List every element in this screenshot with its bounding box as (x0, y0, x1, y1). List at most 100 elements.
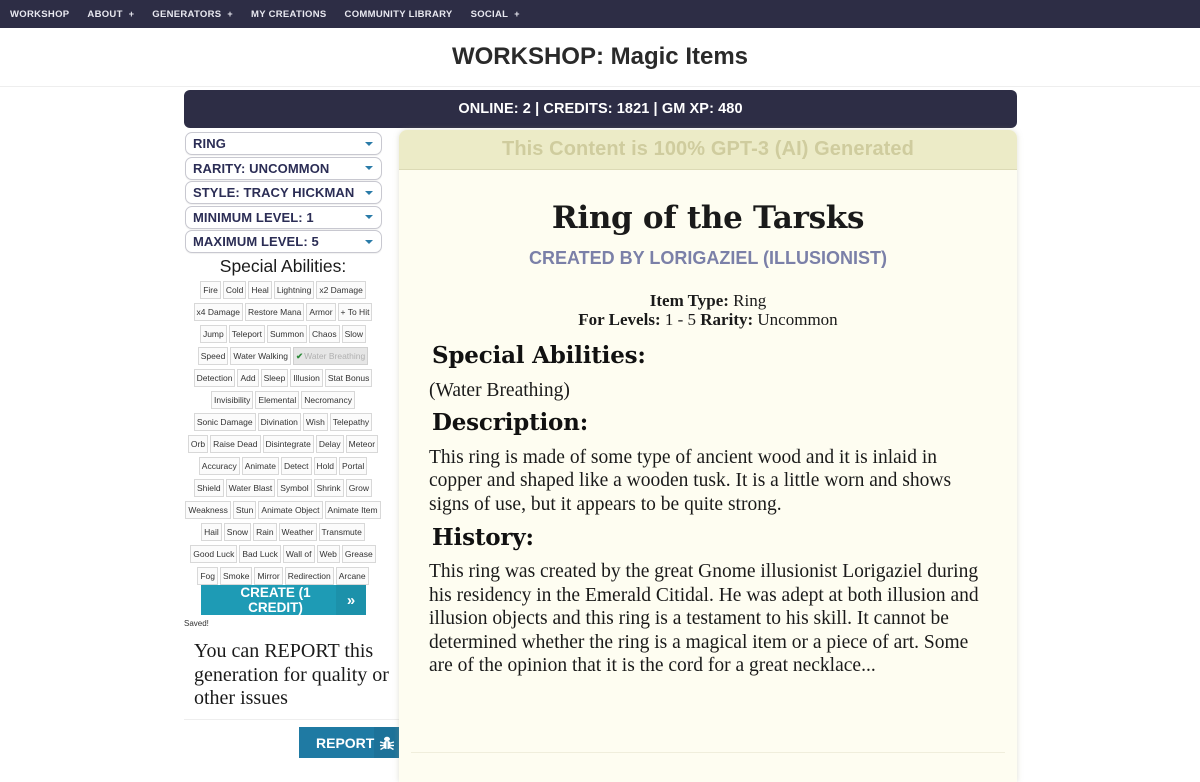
ability-chip-hold[interactable]: Hold (313, 457, 337, 475)
ability-chip-wish[interactable]: Wish (302, 413, 328, 431)
ability-chip-label: Animate Object (261, 505, 320, 515)
ability-chip-elemental[interactable]: Elemental (255, 391, 300, 409)
ability-chip-detect[interactable]: Detect (280, 457, 312, 475)
ability-chip-necromancy[interactable]: Necromancy (301, 391, 355, 409)
ability-chip-cold[interactable]: Cold (222, 281, 247, 299)
ability-chip-arcane[interactable]: Arcane (335, 567, 369, 585)
ability-chip-water-breathing[interactable]: ✔Water Breathing (293, 347, 369, 365)
ability-chip-armor[interactable]: Armor (306, 303, 336, 321)
ability-chip-stat-bonus[interactable]: Stat Bonus (324, 369, 373, 387)
ability-chip-sleep[interactable]: Sleep (260, 369, 289, 387)
ability-chip-summon[interactable]: Summon (267, 325, 308, 343)
ability-chip-disintegrate[interactable]: Disintegrate (262, 435, 314, 453)
ability-chip-add[interactable]: Add (237, 369, 259, 387)
rarity-text: Uncommon (757, 310, 838, 329)
ability-chip-lightning[interactable]: Lightning (273, 281, 315, 299)
ability-chip-water-walking[interactable]: Water Walking (230, 347, 291, 365)
ability-chip-grow[interactable]: Grow (345, 479, 372, 497)
ability-chip-illusion[interactable]: Illusion (290, 369, 323, 387)
ability-chip-rain[interactable]: Rain (253, 523, 277, 541)
ability-chip-heal[interactable]: Heal (248, 281, 272, 299)
status-bar: ONLINE: 2 | CREDITS: 1821 | GM XP: 480 (184, 90, 1017, 128)
nav-community-library-label: COMMUNITY LIBRARY (344, 8, 453, 20)
ability-chip-jump[interactable]: Jump (199, 325, 227, 343)
checkmark-icon: ✔ (296, 351, 304, 361)
ability-chip-x2-damage[interactable]: x2 Damage (316, 281, 366, 299)
ability-chip-weather[interactable]: Weather (278, 523, 317, 541)
ability-chip-delay[interactable]: Delay (315, 435, 344, 453)
ability-chip-web[interactable]: Web (316, 545, 340, 563)
create-button[interactable]: CREATE (1 CREDIT) » (201, 585, 366, 615)
ability-chip-fire[interactable]: Fire (200, 281, 221, 299)
nav-my-creations[interactable]: MY CREATIONS (251, 9, 327, 20)
ability-chip-symbol[interactable]: Symbol (277, 479, 312, 497)
ability-chip-telepathy[interactable]: Telepathy (329, 413, 373, 431)
ability-chip-meteor[interactable]: Meteor (345, 435, 379, 453)
generated-item-card: This Content is 100% GPT-3 (AI) Generate… (399, 130, 1017, 782)
divider (411, 752, 1005, 753)
ability-chip-accuracy[interactable]: Accuracy (198, 457, 240, 475)
nav-workshop-label: WORKSHOP (10, 8, 70, 20)
ability-chip-label: Add (240, 373, 256, 383)
ability-chip-detection[interactable]: Detection (193, 369, 236, 387)
ability-chip-animate-item[interactable]: Animate Item (324, 501, 381, 519)
nav-generators-label: GENERATORS (152, 8, 222, 20)
ability-chip-raise-dead[interactable]: Raise Dead (210, 435, 261, 453)
ability-chip-water-blast[interactable]: Water Blast (225, 479, 276, 497)
ability-chip-slow[interactable]: Slow (341, 325, 367, 343)
ability-chip-label: Elemental (258, 395, 297, 405)
ability-chip-fog[interactable]: Fog (197, 567, 219, 585)
ability-chip-teleport[interactable]: Teleport (228, 325, 265, 343)
ability-chip-label: Water Blast (228, 483, 273, 493)
ability-chip-wall-of[interactable]: Wall of (282, 545, 315, 563)
ability-chip-label: Sonic Damage (196, 417, 253, 427)
ability-chip-animate[interactable]: Animate (241, 457, 279, 475)
ability-chip-label: Lightning (276, 285, 312, 295)
nav-about[interactable]: ABOUT + (87, 9, 134, 20)
ability-chip-x4-damage[interactable]: x4 Damage (193, 303, 244, 321)
ability-chip-weakness[interactable]: Weakness (185, 501, 231, 519)
ability-chip-mirror[interactable]: Mirror (254, 567, 283, 585)
min-level-select[interactable]: MINIMUM LEVEL: 1 (185, 205, 382, 229)
rarity-select[interactable]: RARITY: UNCOMMON (185, 156, 382, 180)
item-type-select[interactable]: RING (185, 132, 382, 155)
ability-chip-transmute[interactable]: Transmute (318, 523, 365, 541)
ability-chip-redirection[interactable]: Redirection (284, 567, 334, 585)
ability-chip-label: Raise Dead (213, 439, 258, 449)
max-level-select[interactable]: MAXIMUM LEVEL: 5 (185, 230, 382, 253)
min-level-value: MINIMUM LEVEL: 1 (193, 209, 314, 225)
nav-generators[interactable]: GENERATORS + (152, 9, 233, 20)
ability-chip-label: Symbol (280, 483, 309, 493)
ability-chip-invisibility[interactable]: Invisibility (211, 391, 254, 409)
levels-label: For Levels: (578, 310, 661, 329)
ability-chip-grease[interactable]: Grease (341, 545, 376, 563)
style-select[interactable]: STYLE: TRACY HICKMAN (185, 181, 382, 204)
nav-community-library[interactable]: COMMUNITY LIBRARY (345, 9, 453, 20)
ability-chip-smoke[interactable]: Smoke (220, 567, 253, 585)
ability-chip-speed[interactable]: Speed (197, 347, 229, 365)
report-button[interactable]: REPORT (299, 727, 400, 758)
ability-chip-chaos[interactable]: Chaos (309, 325, 340, 343)
ability-chip-sonic-damage[interactable]: Sonic Damage (193, 413, 256, 431)
ability-chip-good-luck[interactable]: Good Luck (190, 545, 238, 563)
abilities-title: Special Abilities: (219, 256, 347, 276)
nav-social[interactable]: SOCIAL + (471, 9, 520, 20)
caret-down-icon (365, 239, 373, 244)
ability-chip-orb[interactable]: Orb (187, 435, 209, 453)
ability-chip-label: Animate Item (327, 505, 378, 515)
ability-chip-shrink[interactable]: Shrink (313, 479, 344, 497)
ability-chip-shield[interactable]: Shield (193, 479, 224, 497)
ability-chip-restore-mana[interactable]: Restore Mana (245, 303, 305, 321)
ability-chip-label: Weakness (188, 505, 228, 515)
ability-chip-snow[interactable]: Snow (223, 523, 252, 541)
ability-chip-to-hit[interactable]: + To Hit (337, 303, 373, 321)
ability-chip-bad-luck[interactable]: Bad Luck (239, 545, 281, 563)
ability-chip-hail[interactable]: Hail (201, 523, 222, 541)
ability-chip-stun[interactable]: Stun (232, 501, 257, 519)
ability-chip-portal[interactable]: Portal (339, 457, 368, 475)
ability-chip-divination[interactable]: Divination (257, 413, 301, 431)
ability-chip-label: Stat Bonus (327, 373, 370, 383)
nav-workshop[interactable]: WORKSHOP (10, 9, 69, 20)
ability-chip-label: Grow (348, 483, 369, 493)
ability-chip-animate-object[interactable]: Animate Object (258, 501, 323, 519)
